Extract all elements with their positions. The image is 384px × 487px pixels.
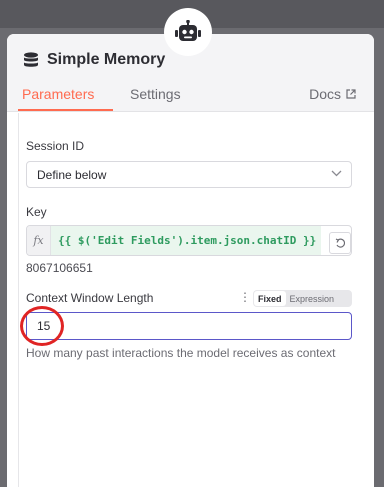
fx-badge: fx [27, 226, 51, 255]
expand-editor-button[interactable] [329, 232, 351, 254]
robot-icon [175, 20, 201, 41]
context-window-help: How many past interactions the model rec… [26, 346, 336, 360]
docs-label: Docs [309, 86, 341, 102]
key-resolved-value: 8067106651 [26, 261, 93, 275]
node-settings-panel: Simple Memory Parameters Settings Docs S… [7, 34, 374, 487]
database-icon [24, 52, 38, 67]
key-expression-field[interactable]: fx {{ $('Edit Fields').item.json.chatID … [26, 225, 352, 256]
fixed-option[interactable]: Fixed [254, 291, 286, 306]
tab-settings[interactable]: Settings [130, 86, 181, 102]
title-row: Simple Memory [23, 51, 165, 69]
session-id-select[interactable]: Define below [26, 161, 352, 188]
chevron-down-icon [331, 170, 342, 177]
options-menu-icon[interactable]: ⋮ [239, 290, 251, 304]
context-window-label: Context Window Length [26, 291, 154, 305]
node-title: Simple Memory [47, 51, 166, 68]
context-window-input[interactable]: 15 [26, 312, 352, 340]
session-id-label: Session ID [26, 139, 85, 153]
external-link-icon [346, 89, 356, 99]
tab-bar: Parameters Settings Docs [7, 86, 374, 112]
fixed-expression-toggle[interactable]: Fixed Expression [253, 290, 352, 307]
session-id-value: Define below [37, 167, 107, 182]
docs-link[interactable]: Docs [309, 86, 356, 102]
content-left-divider [18, 113, 19, 487]
key-label: Key [26, 205, 47, 219]
expression-option[interactable]: Expression [286, 291, 339, 306]
highlight-circle [20, 306, 64, 346]
node-badge [164, 8, 212, 56]
tab-parameters[interactable]: Parameters [22, 86, 94, 102]
key-expression[interactable]: {{ $('Edit Fields').item.json.chatID }} [51, 226, 321, 255]
active-tab-indicator [18, 109, 113, 111]
open-editor-icon [335, 237, 345, 248]
